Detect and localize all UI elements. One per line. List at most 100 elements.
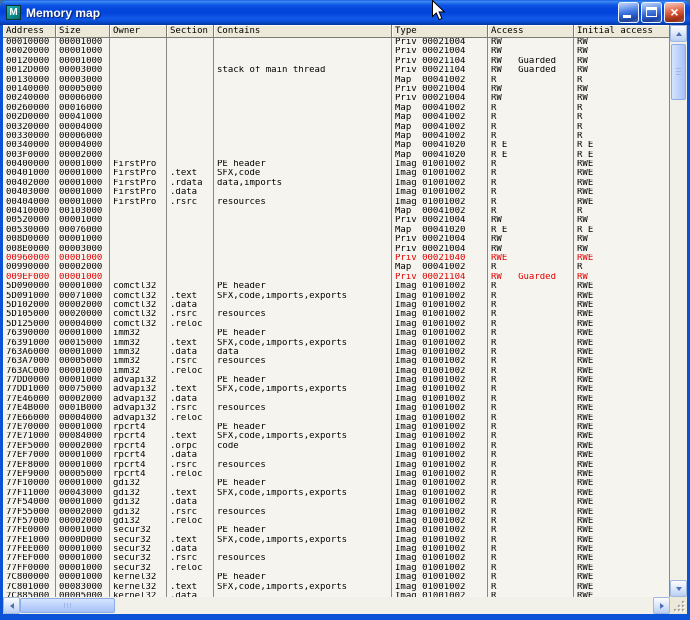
cell-owner: secur32: [110, 526, 167, 535]
table-row[interactable]: 77FE10000000D000secur32.textSFX,code,imp…: [3, 536, 670, 545]
table-row[interactable]: 008D000000001000Priv 00021004RWRW: [3, 235, 670, 244]
table-row[interactable]: 77F5400000001000gdi32.dataImag 01001002R…: [3, 498, 670, 507]
table-row[interactable]: 0013000000003000Map 00041002RR: [3, 76, 670, 85]
table-row[interactable]: 0040200000001000FirstPro.rdatadata,impor…: [3, 179, 670, 188]
table-row[interactable]: 0026000000016000Map 00041002RR: [3, 104, 670, 113]
vertical-scrollbar-track[interactable]: [670, 42, 687, 580]
column-header-size[interactable]: Size: [56, 25, 110, 38]
table-row[interactable]: 0052000000001000Priv 00021004RWRW: [3, 216, 670, 225]
table-row[interactable]: 77FEE00000001000secur32.dataImag 0100100…: [3, 545, 670, 554]
column-header-access[interactable]: Access: [488, 25, 574, 38]
table-row[interactable]: 0040300000001000FirstPro.dataImag 010010…: [3, 188, 670, 197]
table-row[interactable]: 763AC00000001000imm32.relocImag 01001002…: [3, 367, 670, 376]
column-header-contains[interactable]: Contains: [214, 25, 392, 38]
table-row[interactable]: 7C80000000001000kernel32PE headerImag 01…: [3, 573, 670, 582]
column-header-type[interactable]: Type: [392, 25, 488, 38]
table-row[interactable]: 002D000000041000Map 00041002RR: [3, 113, 670, 122]
cell-contains: [214, 320, 392, 329]
table-row[interactable]: 0001000000001000Priv 00021004RWRW: [3, 38, 670, 47]
table-row[interactable]: 0053000000076000Map 00041020R ER E: [3, 226, 670, 235]
table-row[interactable]: 77FEF00000001000secur32.rsrcresourcesIma…: [3, 554, 670, 563]
cell-size: 00001000: [56, 461, 110, 470]
table-row[interactable]: 77F5700000002000gdi32.relocImag 01001002…: [3, 517, 670, 526]
scroll-right-button[interactable]: [653, 597, 670, 614]
table-row[interactable]: 7C80100000083000kernel32.textSFX,code,im…: [3, 583, 670, 592]
table-row[interactable]: 763A600000001000imm32.datadataImag 01001…: [3, 348, 670, 357]
scroll-up-button[interactable]: [670, 25, 687, 42]
cell-initial: RWE: [574, 564, 670, 573]
table-row[interactable]: 77DD100000075000advapi32.textSFX,code,im…: [3, 385, 670, 394]
table-row[interactable]: 7639100000015000imm32.textSFX,code,impor…: [3, 339, 670, 348]
horizontal-scrollbar[interactable]: [3, 597, 670, 614]
resize-grip[interactable]: [670, 597, 687, 614]
table-row[interactable]: 763A700000005000imm32.rsrcresourcesImag …: [3, 357, 670, 366]
table-row[interactable]: 0034000000004000Map 00041020R ER E: [3, 141, 670, 150]
table-row[interactable]: 5D09100000071000comctl32.textSFX,code,im…: [3, 292, 670, 301]
table-row[interactable]: 003F000000002000Map 00041020R ER E: [3, 151, 670, 160]
table-row[interactable]: 009EF00000001000Priv 00021104RW GuardedR…: [3, 273, 670, 282]
cell-size: 00001000: [56, 564, 110, 573]
vertical-scrollbar-thumb[interactable]: [671, 44, 686, 100]
cell-access: R: [488, 357, 574, 366]
table-row[interactable]: 77E7100000084000rpcrt4.textSFX,code,impo…: [3, 432, 670, 441]
table-row[interactable]: 0012D00000003000stack of main threadPriv…: [3, 66, 670, 75]
table-row[interactable]: 77DD000000001000advapi32PE headerImag 01…: [3, 376, 670, 385]
table-row[interactable]: 0014000000005000Priv 00021004RWRW: [3, 85, 670, 94]
table-row[interactable]: 77E6600000004000advapi32.relocImag 01001…: [3, 414, 670, 423]
table-row[interactable]: 77F5500000002000gdi32.rsrcresourcesImag …: [3, 508, 670, 517]
cell-contains: [214, 141, 392, 150]
table-row[interactable]: 77FF000000001000secur32.relocImag 010010…: [3, 564, 670, 573]
table-row[interactable]: 0012000000001000Priv 00021104RW GuardedR…: [3, 57, 670, 66]
close-button[interactable]: ×: [664, 2, 685, 23]
cell-initial: R: [574, 104, 670, 113]
table-row[interactable]: 0040400000001000FirstPro.rsrcresourcesIm…: [3, 198, 670, 207]
cell-initial: RWE: [574, 348, 670, 357]
table-row[interactable]: 5D12500000004000comctl32.relocImag 01001…: [3, 320, 670, 329]
cell-owner: FirstPro: [110, 179, 167, 188]
table-row[interactable]: 0099000000002000Map 00041002RR: [3, 263, 670, 272]
scroll-down-button[interactable]: [670, 580, 687, 597]
table-row[interactable]: 5D10500000020000comctl32.rsrcresourcesIm…: [3, 310, 670, 319]
table-row[interactable]: 77E7000000001000rpcrt4PE headerImag 0100…: [3, 423, 670, 432]
column-header-address[interactable]: Address: [3, 25, 56, 38]
cell-type: Map 00041020: [392, 141, 488, 150]
table-row[interactable]: 77EF700000001000rpcrt4.dataImag 01001002…: [3, 451, 670, 460]
table-row[interactable]: 77F1000000001000gdi32PE headerImag 01001…: [3, 479, 670, 488]
table-row[interactable]: 008E000000003000Priv 00021004RWRW: [3, 245, 670, 254]
table-row[interactable]: 77F1100000043000gdi32.textSFX,code,impor…: [3, 489, 670, 498]
table-row[interactable]: 77E4600000002000advapi32.dataImag 010010…: [3, 395, 670, 404]
horizontal-scrollbar-track[interactable]: [20, 597, 653, 614]
table-row[interactable]: 77EF900000005000rpcrt4.relocImag 0100100…: [3, 470, 670, 479]
cell-address: 77E4B000: [3, 404, 56, 413]
horizontal-scrollbar-thumb[interactable]: [20, 598, 115, 613]
minimize-button[interactable]: [618, 2, 639, 23]
cell-size: 00001000: [56, 160, 110, 169]
table-row[interactable]: 77FE000000001000secur32PE headerImag 010…: [3, 526, 670, 535]
table-row[interactable]: 0096000000001000Priv 00021040RWERWE: [3, 254, 670, 263]
titlebar[interactable]: M Memory map ×: [0, 0, 690, 25]
vertical-scrollbar[interactable]: [670, 25, 687, 597]
cell-address: 00520000: [3, 216, 56, 225]
table-row[interactable]: 0040100000001000FirstPro.textSFX,codeIma…: [3, 169, 670, 178]
scroll-left-button[interactable]: [3, 597, 20, 614]
table-row[interactable]: 77E4B0000001B000advapi32.rsrcresourcesIm…: [3, 404, 670, 413]
column-header-owner[interactable]: Owner: [110, 25, 167, 38]
table-row[interactable]: 77EF800000001000rpcrt4.rsrcresourcesImag…: [3, 461, 670, 470]
table-row[interactable]: 0024000000006000Priv 00021004RWRW: [3, 94, 670, 103]
table-row[interactable]: 77EF500000002000rpcrt4.orpccodeImag 0100…: [3, 442, 670, 451]
table-row[interactable]: 0002000000001000Priv 00021004RWRW: [3, 47, 670, 56]
cell-section: [167, 235, 214, 244]
maximize-button[interactable]: [641, 2, 662, 23]
table-row[interactable]: 0040000000001000FirstProPE headerImag 01…: [3, 160, 670, 169]
table-row[interactable]: 5D09000000001000comctl32PE headerImag 01…: [3, 282, 670, 291]
table-row[interactable]: 0033000000006000Map 00041002RR: [3, 132, 670, 141]
table-row[interactable]: 5D10200000002000comctl32.dataImag 010010…: [3, 301, 670, 310]
memory-map-icon[interactable]: M: [6, 5, 21, 20]
cell-address: 763A6000: [3, 348, 56, 357]
table-row[interactable]: 0041000000103000Map 00041002RR: [3, 207, 670, 216]
column-header-section[interactable]: Section: [167, 25, 214, 38]
table-row[interactable]: 7639000000001000imm32PE headerImag 01001…: [3, 329, 670, 338]
column-header-initial[interactable]: Initial access: [574, 25, 670, 38]
cell-access: R: [488, 104, 574, 113]
table-row[interactable]: 0032000000004000Map 00041002RR: [3, 123, 670, 132]
